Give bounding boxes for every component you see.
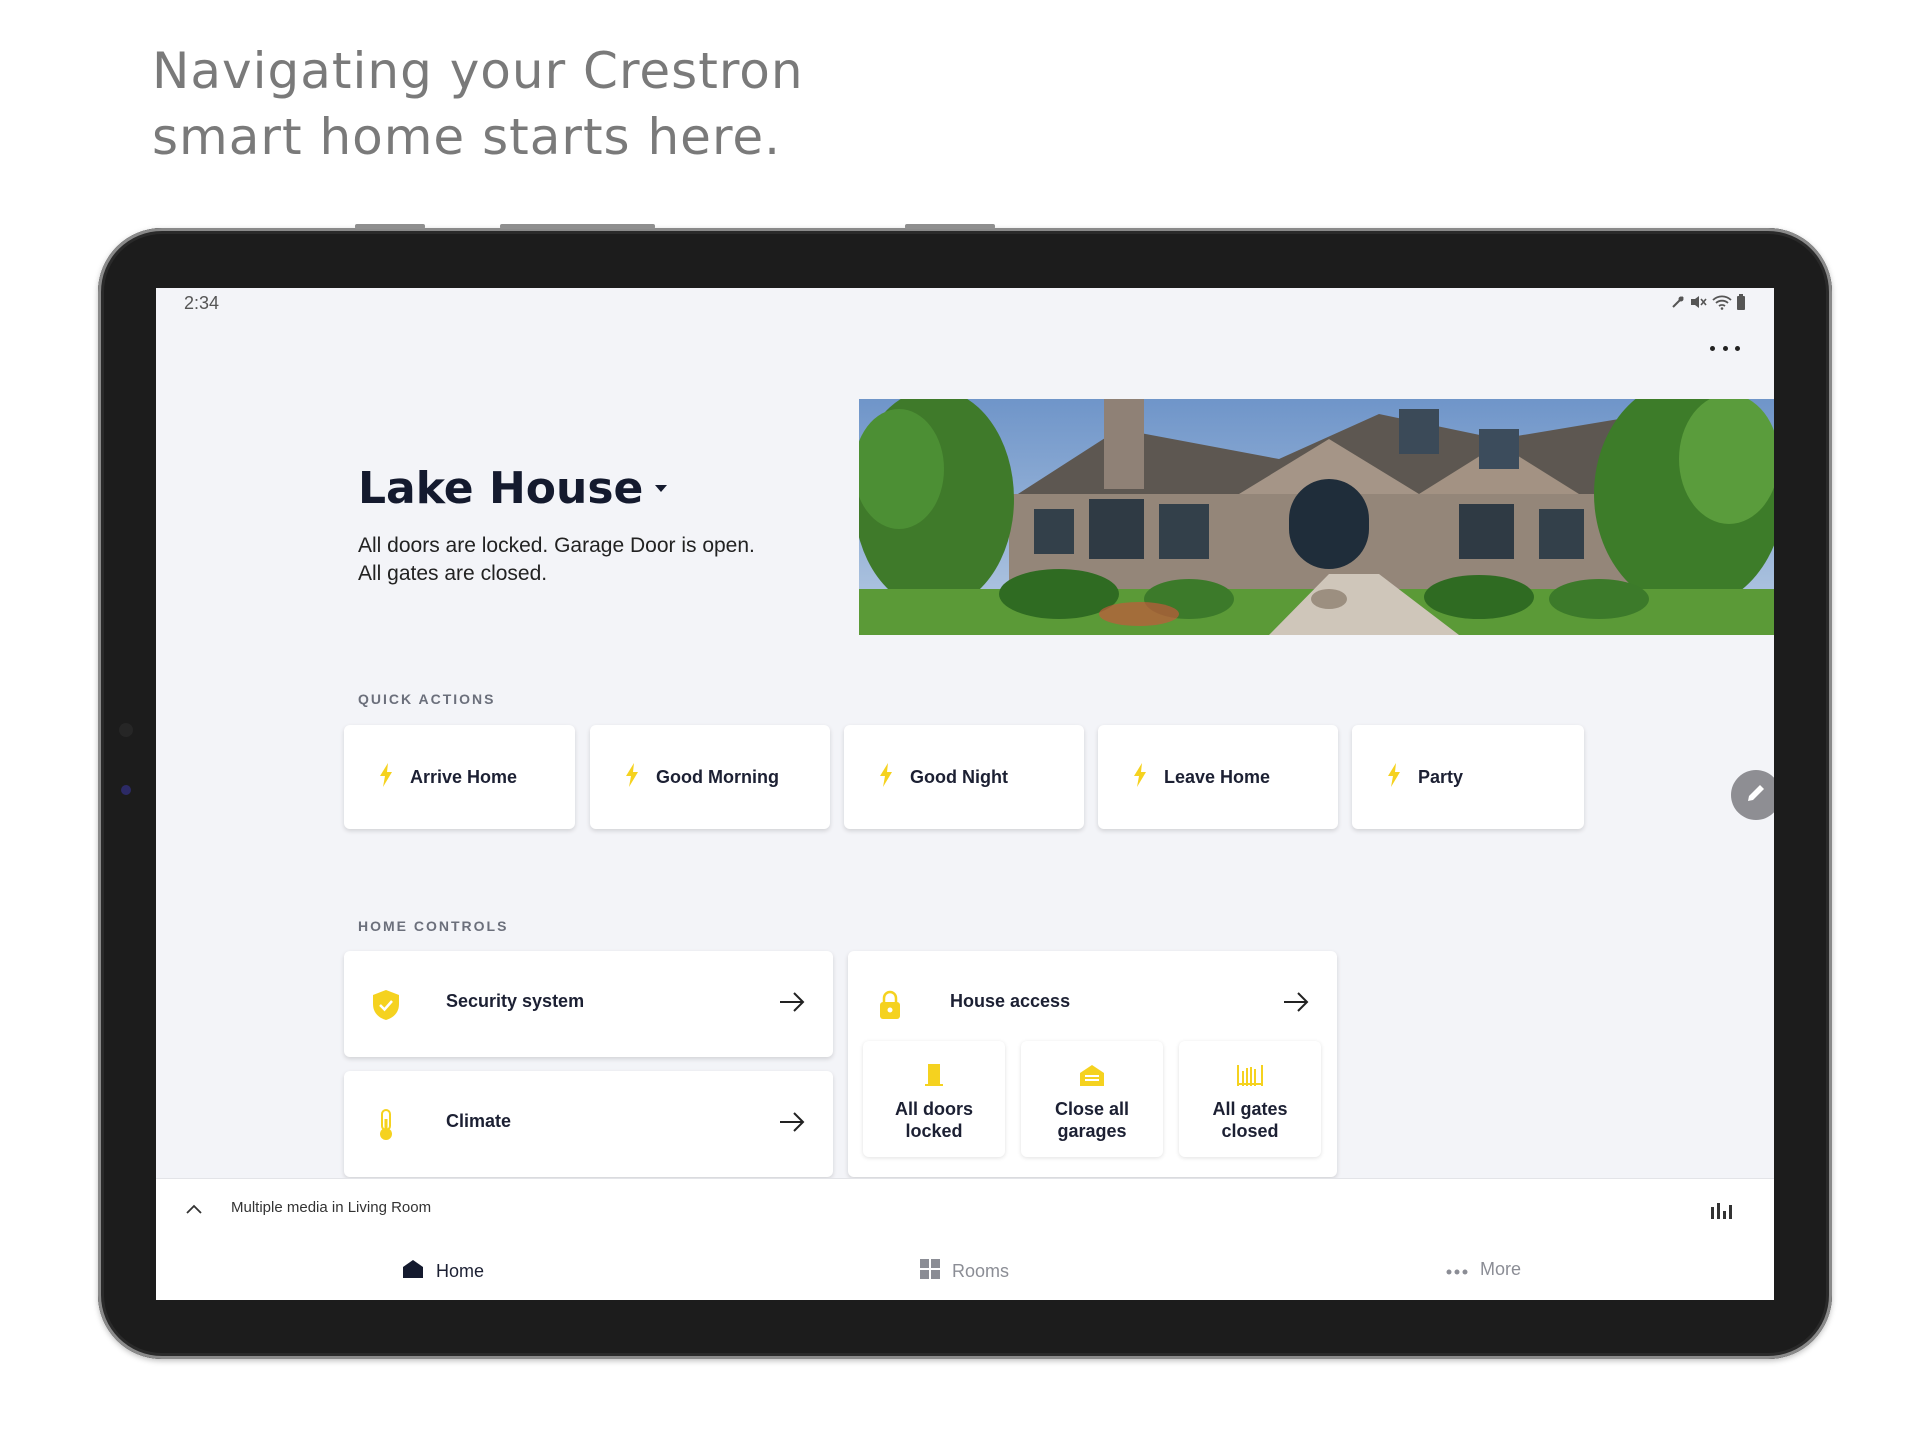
media-now-playing-bar[interactable]: Multiple media in Living Room [156, 1178, 1774, 1240]
equalizer-icon[interactable] [1711, 1203, 1732, 1219]
lightning-icon [1132, 762, 1148, 792]
quick-action-label: Good Morning [656, 766, 779, 787]
house-photo [859, 399, 1774, 635]
tile-label-line: All gates [1212, 1099, 1288, 1119]
camera-lens [121, 785, 131, 795]
arrow-right-icon [779, 1111, 805, 1138]
gate-icon [1235, 1065, 1265, 1091]
overflow-menu-button[interactable] [1710, 338, 1740, 358]
hardware-button [905, 224, 995, 229]
hardware-button [355, 224, 425, 229]
tile-label-line: Close all [1054, 1099, 1130, 1119]
tile-label: All gates closed [1179, 1098, 1321, 1142]
wifi-icon [1712, 294, 1732, 313]
status-line-2: All gates are closed. [358, 562, 548, 585]
tile-label-line: garages [1057, 1121, 1127, 1141]
door-icon [923, 1064, 945, 1091]
quick-action-good-morning[interactable]: Good Morning [590, 725, 830, 829]
close-all-garages-tile[interactable]: Close all garages [1021, 1041, 1163, 1157]
app-screen: 2:34 Lake House All doors are locked. Ga… [156, 288, 1774, 1300]
climate-card[interactable]: Climate [344, 1071, 833, 1177]
garage-icon [1078, 1065, 1106, 1091]
dot [1735, 345, 1740, 351]
tile-label-line: closed [1221, 1121, 1279, 1141]
mute-icon [1670, 294, 1686, 313]
arrow-right-icon [779, 991, 805, 1018]
headline-line-1: Navigating your Crestron [152, 42, 804, 100]
security-row: Security system [344, 951, 833, 1057]
nav-more-label: More [1480, 1259, 1522, 1279]
quick-action-label: Good Night [910, 766, 1008, 787]
headline-line-2: smart home starts here. [152, 108, 782, 166]
tile-label: Close all garages [1021, 1098, 1163, 1142]
caret-down-icon [655, 485, 668, 492]
home-status-summary: All doors are locked. Garage Door is ope… [358, 532, 818, 588]
tile-label: All doors locked [863, 1098, 1005, 1142]
quick-action-good-night[interactable]: Good Night [844, 725, 1084, 829]
edit-button[interactable] [1731, 770, 1774, 820]
status-time: 2:34 [184, 293, 220, 313]
marketing-headline: Navigating your Crestron smart home star… [152, 38, 804, 170]
home-icon [402, 1259, 424, 1284]
volume-off-icon [1690, 294, 1708, 313]
chevron-up-icon[interactable] [186, 1201, 202, 1219]
security-system-card[interactable]: Security system [344, 951, 833, 1057]
house-access-card: House access All doors locked Close all … [848, 951, 1337, 1177]
nav-rooms-label: Rooms [952, 1261, 1010, 1281]
dot [1722, 345, 1728, 351]
climate-label: Climate [446, 1111, 512, 1131]
quick-action-label: Arrive Home [410, 766, 518, 787]
nav-home-label: Home [436, 1261, 485, 1281]
quick-action-leave-home[interactable]: Leave Home [1098, 725, 1338, 829]
shield-icon [372, 989, 400, 1026]
rooms-grid-icon [920, 1259, 940, 1284]
battery-icon [1736, 294, 1746, 313]
quick-action-party[interactable]: Party [1352, 725, 1584, 829]
tile-label-line: locked [905, 1121, 963, 1141]
quick-action-label: Leave Home [1164, 766, 1271, 787]
home-title: Lake House [358, 463, 644, 514]
security-label: Security system [446, 991, 585, 1011]
lightning-icon [378, 762, 394, 792]
home-selector[interactable]: Lake House [358, 463, 668, 514]
bottom-navigation: Home Rooms More [156, 1239, 1774, 1300]
lightning-icon [878, 762, 894, 792]
arrow-right-icon [1283, 991, 1309, 1018]
status-icons [1670, 294, 1746, 313]
tile-label-line: All doors [894, 1099, 973, 1119]
home-controls-label: HOME CONTROLS [358, 918, 509, 934]
quick-actions-label: QUICK ACTIONS [358, 691, 496, 707]
all-gates-closed-tile[interactable]: All gates closed [1179, 1041, 1321, 1157]
lightning-icon [1386, 762, 1402, 792]
sensor-dot [119, 723, 133, 737]
nav-home[interactable]: Home [402, 1259, 484, 1284]
status-line-1: All doors are locked. Garage Door is ope… [358, 534, 755, 557]
pencil-icon [1745, 782, 1767, 809]
nav-rooms[interactable]: Rooms [920, 1259, 1009, 1284]
nav-more[interactable]: More [1446, 1259, 1521, 1280]
dot [1710, 345, 1715, 351]
hardware-button [500, 224, 655, 229]
more-dots-icon [1446, 1259, 1468, 1280]
quick-action-label: Party [1418, 766, 1464, 787]
house-access-label: House access [950, 991, 1071, 1011]
quick-action-arrive-home[interactable]: Arrive Home [344, 725, 575, 829]
thermometer-icon [372, 1109, 400, 1146]
lock-icon [876, 989, 904, 1026]
all-doors-locked-tile[interactable]: All doors locked [863, 1041, 1005, 1157]
lightning-icon [624, 762, 640, 792]
media-text: Multiple media in Living Room [231, 1199, 432, 1216]
climate-row: Climate [344, 1071, 833, 1177]
